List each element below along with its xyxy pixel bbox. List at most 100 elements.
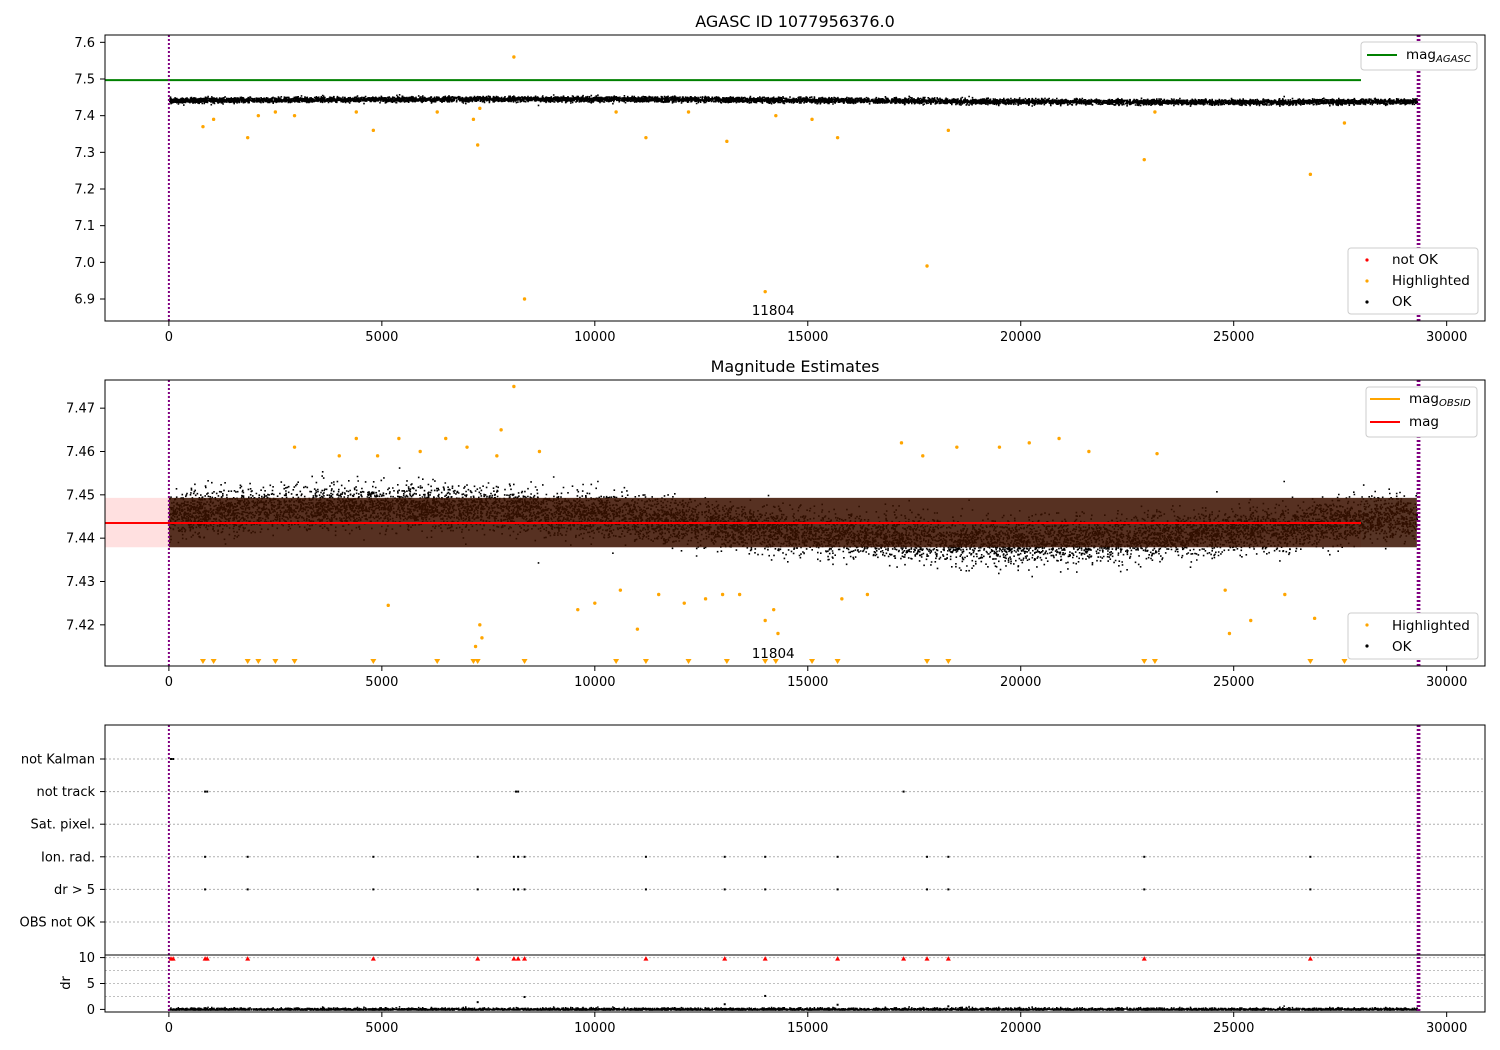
panel-2-highlighted-point <box>682 601 686 605</box>
flag-point <box>204 790 207 793</box>
lower-limit-marker <box>723 659 730 664</box>
flag-point <box>172 758 175 760</box>
flag-point <box>372 855 375 858</box>
panel-1-highlighted-point <box>435 110 439 114</box>
panel-1-highlighted-point <box>371 128 376 133</box>
panel-2-highlighted-point <box>499 428 503 432</box>
dr-outlier-point <box>836 1003 839 1006</box>
flag-point <box>512 888 515 891</box>
flag-point <box>372 888 375 891</box>
lower-limit-marker <box>474 659 481 664</box>
panel-1-xtick-label-2: 10000 <box>574 330 615 345</box>
panel-1-highlighted-point <box>522 297 527 301</box>
panel-2-highlighted-point <box>418 449 422 454</box>
flag-point <box>517 790 520 793</box>
panel-1-highlighted-point <box>201 124 205 129</box>
panel-1-title: AGASC ID 1077956376.0 <box>695 12 895 31</box>
legend-not-ok-label: not OK <box>1392 252 1439 268</box>
flag-point <box>644 855 647 858</box>
panel-1-highlighted-point <box>211 117 216 122</box>
panel-2-highlighted-point <box>593 601 597 605</box>
panel-2-ytick-label-3: 7.45 <box>66 488 95 503</box>
panel-2-highlighted-point <box>997 445 1002 449</box>
flag-point <box>764 855 767 858</box>
panel-1-highlighted-point <box>614 110 618 114</box>
dr-capped-marker <box>370 956 376 961</box>
legend-highlighted-marker <box>1365 279 1369 283</box>
lower-limit-marker <box>1141 659 1148 664</box>
panel-2-highlighted-point <box>737 592 742 597</box>
panel-2-xtick-label-6: 30000 <box>1426 675 1467 690</box>
panel-2-highlighted-point <box>763 618 767 623</box>
flag-point <box>836 855 839 858</box>
panel-2-highlighted-point <box>865 592 870 597</box>
legend-2-highlighted-marker <box>1365 623 1369 627</box>
lower-limit-marker <box>613 659 620 664</box>
panel-2-highlighted-point <box>618 588 623 592</box>
panel-1-annotation-0: 11804 <box>752 303 795 319</box>
flag-point <box>723 855 726 858</box>
panel-1-ytick-label-5: 7.4 <box>74 109 95 124</box>
legend-ok-label: OK <box>1392 294 1413 310</box>
flag-row-label-3: Ion. rad. <box>41 850 95 865</box>
flag-point <box>902 790 905 793</box>
lower-limit-marker <box>1151 659 1158 664</box>
figure: AGASC ID 1077956376.0 1180456796 0500010… <box>20 12 1486 1036</box>
panel-1-highlighted-point <box>273 110 278 114</box>
panel-2-ytick-label-5: 7.47 <box>66 402 95 417</box>
panel-2-highlighted-point <box>292 445 297 449</box>
dr-outlier-point <box>476 1001 479 1004</box>
panel-2-highlighted-point <box>1027 441 1031 445</box>
panel-2-highlighted-point <box>480 636 484 640</box>
panel-2-xtick-label-4: 20000 <box>1000 675 1041 690</box>
panel-1-ytick-label-1: 7.0 <box>74 256 95 271</box>
dr-capped-marker <box>722 956 728 961</box>
flag-point <box>246 855 249 858</box>
lower-limit-marker <box>272 659 279 664</box>
flag-point <box>204 888 207 891</box>
panel-2-plot-area: 1180456796 <box>105 380 1446 666</box>
legend-ok-marker <box>1365 300 1369 304</box>
panel-3-xtick-label-3: 15000 <box>787 1021 828 1036</box>
flag-point <box>947 888 950 891</box>
panel-2-point-legend: Highlighted OK <box>1347 612 1479 660</box>
flag-point <box>512 855 515 858</box>
lower-limit-marker <box>244 659 251 664</box>
panel-2-highlighted-point <box>576 607 580 612</box>
panel-1-highlighted-point <box>763 289 767 294</box>
lower-limit-marker <box>924 659 931 664</box>
panel-2-highlighted-point <box>772 607 776 612</box>
flag-point <box>206 790 209 793</box>
panel-2-highlighted-point <box>1312 616 1317 621</box>
flag-point <box>836 888 839 891</box>
panel-1-ytick-label-0: 6.9 <box>74 293 95 308</box>
panel-2-highlighted-point <box>465 445 469 449</box>
flag-row-label-1: not track <box>36 785 95 800</box>
lower-limit-marker <box>1307 659 1314 664</box>
panel-2-highlighted-point <box>1227 631 1232 636</box>
panel-1-highlighted-point <box>1308 172 1313 177</box>
panel-1-xtick-label-1: 5000 <box>365 330 398 345</box>
flag-point <box>1143 888 1146 891</box>
dr-capped-marker <box>515 956 521 961</box>
flag-point <box>246 888 249 891</box>
lower-limit-marker <box>521 659 528 664</box>
panel-2-xtick-label-2: 10000 <box>574 675 615 690</box>
flag-point <box>515 790 518 793</box>
panel-2-highlighted-point <box>1057 436 1061 441</box>
flag-point <box>476 855 479 858</box>
flag-point <box>517 855 520 858</box>
dr-outlier-point <box>947 1005 950 1008</box>
legend-2-highlighted-label: Highlighted <box>1392 618 1470 634</box>
panel-2-highlighted-point <box>720 592 725 597</box>
panel-1-frame <box>104 34 1486 322</box>
dr-capped-marker <box>945 956 951 961</box>
lower-limit-marker <box>642 659 649 664</box>
panel-flags: 0 5000 10000 15000 20000 25000 30000 not Kalman… <box>20 724 1486 1036</box>
panel-dr-plot-area <box>105 955 1485 1012</box>
panel-1-xtick-label-0: 0 <box>165 330 173 345</box>
panel-2-highlighted-point <box>512 384 516 389</box>
panel-2-highlighted-point <box>386 603 390 608</box>
flag-point <box>947 855 950 858</box>
flag-point <box>204 855 207 858</box>
